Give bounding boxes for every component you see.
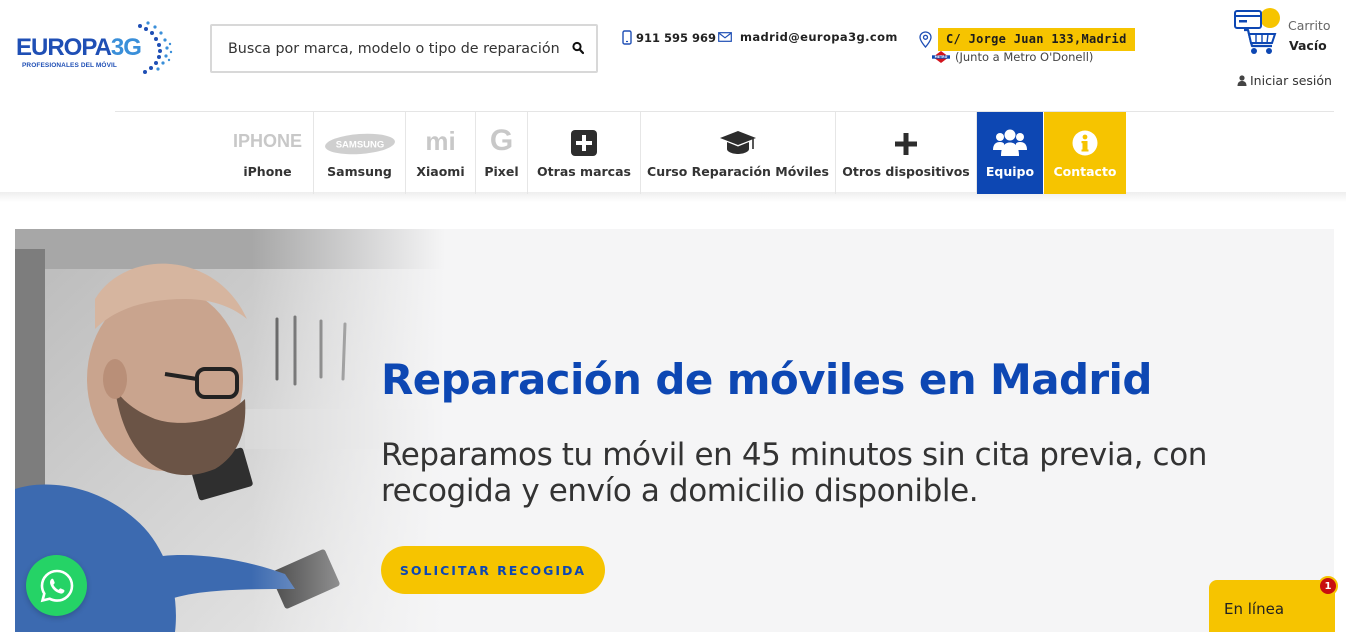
- nav-item-otras-marcas[interactable]: Otras marcas: [528, 112, 641, 194]
- address-text: C/ Jorge Juan 133,Madrid: [938, 28, 1135, 51]
- nav-item-label: iPhone: [243, 164, 292, 179]
- google-g-logo: G: [489, 124, 514, 157]
- email-address: madrid@europa3g.com: [740, 30, 898, 44]
- mobile-icon: [622, 30, 632, 45]
- nav-item-label: Equipo: [985, 164, 1035, 179]
- email-link[interactable]: madrid@europa3g.com: [718, 30, 898, 44]
- nav-item-otros-dispositivos[interactable]: Otros dispositivos: [836, 112, 977, 194]
- user-icon: [1237, 75, 1247, 86]
- logo-tagline: PROFESIONALES DEL MÓVIL: [22, 62, 117, 69]
- hero-title: Reparación de móviles en Madrid: [381, 355, 1152, 404]
- cart-label: Carrito: [1288, 18, 1331, 33]
- cart-widget[interactable]: Carrito Vacío: [1232, 8, 1342, 64]
- main-nav: IPHONE iPhone SAMSUNG Samsung mi Xiaomi …: [0, 112, 1346, 202]
- metro-text: (Junto a Metro O'Donell): [955, 50, 1094, 64]
- logo-dots-icon: [138, 21, 173, 74]
- chat-notification-badge: 1: [1318, 576, 1338, 596]
- nav-item-samsung[interactable]: SAMSUNG Samsung: [314, 112, 406, 194]
- samsung-logo: SAMSUNG: [324, 133, 395, 155]
- users-icon: [993, 129, 1027, 156]
- nav-item-label: Otras marcas: [537, 164, 631, 179]
- nav-item-pixel[interactable]: G Pixel: [476, 112, 528, 194]
- address-link[interactable]: C/ Jorge Juan 133,Madrid: [919, 28, 1135, 51]
- svg-text:SAMSUNG: SAMSUNG: [335, 140, 384, 151]
- search-box: [210, 24, 598, 73]
- live-chat-widget[interactable]: En línea 1: [1209, 576, 1338, 632]
- phone-number: 911 595 969: [636, 30, 717, 45]
- metro-icon: METRO: [932, 51, 950, 63]
- nav-item-iphone[interactable]: IPHONE iPhone: [222, 112, 314, 194]
- nav-item-equipo[interactable]: Equipo: [977, 112, 1043, 194]
- phone-link[interactable]: 911 595 969: [622, 30, 716, 45]
- metro-info: METRO (Junto a Metro O'Donell): [932, 50, 1093, 64]
- nav-item-label: Xiaomi: [416, 164, 465, 179]
- cart-status: Vacío: [1289, 38, 1327, 53]
- svg-text:METRO: METRO: [935, 55, 948, 59]
- whatsapp-icon: [40, 569, 73, 602]
- site-header: EUROPA3G PROFESIONALES DEL MÓVIL Busca p…: [0, 0, 1346, 112]
- info-icon: [1072, 130, 1098, 156]
- search-icon[interactable]: [572, 41, 584, 55]
- nav-item-label: Samsung: [327, 164, 392, 179]
- map-pin-icon: [919, 31, 932, 48]
- plus-square-icon: [571, 130, 597, 156]
- nav-item-curso[interactable]: Curso Reparación Móviles: [641, 112, 836, 194]
- search-input[interactable]: [228, 40, 568, 57]
- login-label: Iniciar sesión: [1250, 73, 1332, 88]
- whatsapp-button[interactable]: [26, 555, 87, 616]
- hero-subtitle: Reparamos tu móvil en 45 minutos sin cit…: [381, 437, 1208, 509]
- iphone-logo: IPHONE: [232, 131, 302, 151]
- xiaomi-logo: mi: [425, 126, 456, 156]
- graduation-cap-icon: [720, 131, 756, 154]
- login-link[interactable]: Iniciar sesión: [1237, 73, 1332, 88]
- nav-item-label: Pixel: [484, 164, 519, 179]
- nav-item-xiaomi[interactable]: mi Xiaomi: [406, 112, 476, 194]
- nav-item-contacto[interactable]: Contacto: [1044, 112, 1126, 194]
- solicitar-recogida-button[interactable]: SOLICITAR RECOGIDA: [381, 546, 605, 594]
- plus-icon: [895, 133, 917, 155]
- envelope-icon: [718, 32, 732, 42]
- nav-item-label: Contacto: [1053, 164, 1117, 179]
- cart-icon: [1234, 8, 1280, 54]
- nav-item-label: Curso Reparación Móviles: [647, 164, 829, 179]
- nav-item-label: Otros dispositivos: [842, 164, 970, 179]
- chat-status-label: En línea: [1224, 600, 1285, 618]
- europa3g-logo[interactable]: EUROPA3G PROFESIONALES DEL MÓVIL: [16, 20, 176, 76]
- hero-banner: Reparación de móviles en Madrid Reparamo…: [15, 229, 1334, 632]
